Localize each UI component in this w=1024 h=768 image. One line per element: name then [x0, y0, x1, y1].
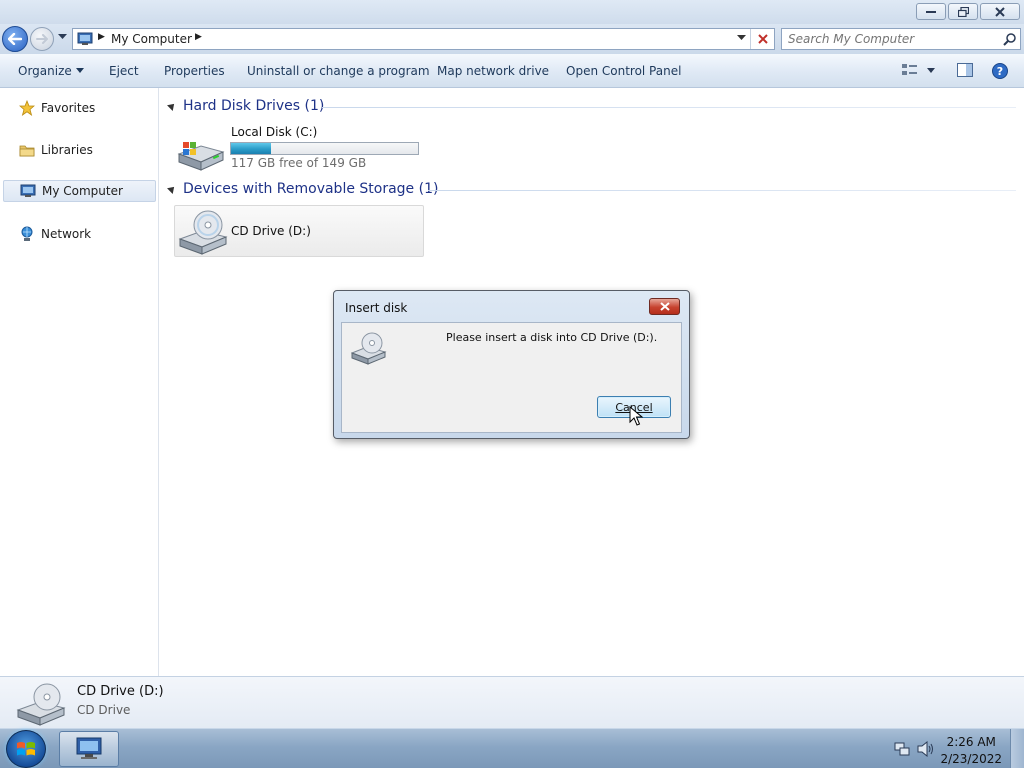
group-divider	[428, 190, 1016, 191]
group-header-removable-storage[interactable]: Devices with Removable Storage (1)	[167, 181, 439, 197]
group-header-hard-disks[interactable]: Hard Disk Drives (1)	[167, 98, 325, 114]
dialog-title: Insert disk	[345, 301, 408, 315]
computer-icon	[20, 184, 36, 197]
map-network-drive-button[interactable]: Map network drive	[437, 64, 549, 78]
clock-time: 2:26 AM	[946, 735, 996, 749]
drive-item-local-disk-c[interactable]: Local Disk (C:) 117 GB free of 149 GB	[174, 122, 426, 172]
close-icon	[757, 34, 768, 44]
open-control-panel-button[interactable]: Open Control Panel	[566, 64, 681, 78]
organize-menu[interactable]: Organize	[18, 64, 84, 78]
sidebar-item-my-computer[interactable]: My Computer	[3, 180, 156, 202]
cd-drive-icon	[178, 210, 228, 255]
taskbar: 2:26 AM 2/23/2022	[0, 728, 1024, 768]
drive-free-space: 117 GB free of 149 GB	[231, 156, 367, 170]
address-history-dropdown-icon[interactable]	[737, 35, 746, 41]
properties-button[interactable]: Properties	[164, 64, 225, 78]
close-icon	[659, 302, 670, 311]
sidebar-item-label: Network	[41, 227, 92, 241]
search-input[interactable]	[788, 31, 998, 47]
computer-icon	[77, 32, 93, 45]
sidebar-item-libraries[interactable]: Libraries	[3, 139, 156, 161]
restore-button[interactable]	[948, 3, 978, 20]
cd-drive-icon	[351, 332, 387, 365]
computer-icon	[76, 737, 102, 759]
dialog-close-button[interactable]	[649, 298, 680, 315]
close-window-button[interactable]	[980, 3, 1020, 20]
mouse-cursor-icon	[629, 406, 643, 426]
breadcrumb-separator-icon[interactable]: ▶	[195, 32, 202, 42]
taskbar-explorer-button[interactable]	[59, 731, 119, 767]
star-icon	[19, 100, 35, 116]
search-box[interactable]	[781, 28, 1021, 50]
view-options-icon	[902, 64, 935, 75]
stop-button[interactable]	[750, 29, 774, 49]
breadcrumb-separator-icon[interactable]: ▶	[98, 32, 105, 42]
back-button[interactable]	[2, 26, 28, 52]
close-icon	[995, 6, 1005, 17]
sidebar-item-label: Favorites	[41, 101, 96, 115]
cd-drive-icon	[16, 683, 66, 726]
help-icon: ?	[992, 63, 1008, 79]
arrow-left-icon	[8, 33, 22, 45]
command-bar: Organize Eject Properties Uninstall or c…	[0, 54, 1024, 88]
collapse-triangle-icon	[167, 184, 177, 194]
minimize-icon	[926, 10, 936, 13]
forward-button[interactable]	[30, 27, 54, 51]
collapse-triangle-icon	[167, 101, 177, 111]
navigation-pane: Favorites Libraries My Computer Network	[0, 88, 159, 676]
drive-item-cd-drive-d[interactable]: CD Drive (D:)	[174, 205, 424, 257]
dialog-message: Please insert a disk into CD Drive (D:).	[446, 331, 658, 344]
breadcrumb-my-computer[interactable]: My Computer	[111, 32, 192, 46]
group-title: Devices with Removable Storage (1)	[183, 181, 439, 197]
drive-name: Local Disk (C:)	[231, 125, 318, 139]
group-title: Hard Disk Drives (1)	[183, 98, 325, 114]
svg-text:?: ?	[997, 65, 1003, 78]
disk-usage-bar	[230, 142, 419, 155]
sidebar-item-network[interactable]: Network	[3, 223, 156, 245]
volume-icon[interactable]	[917, 741, 935, 757]
recent-pages-dropdown-icon[interactable]	[58, 34, 67, 40]
drive-name: CD Drive (D:)	[231, 224, 311, 238]
address-row: ▶ My Computer ▶	[0, 24, 1024, 54]
details-pane: CD Drive (D:) CD Drive	[0, 676, 1024, 728]
help-button[interactable]: ?	[992, 63, 1008, 82]
preview-pane-button[interactable]	[957, 63, 973, 80]
sidebar-item-favorites[interactable]: Favorites	[3, 97, 156, 119]
network-status-icon[interactable]	[894, 741, 910, 757]
preview-pane-icon	[957, 63, 973, 77]
show-desktop-button[interactable]	[1010, 729, 1024, 768]
details-item-name: CD Drive (D:)	[77, 684, 164, 699]
start-button[interactable]	[6, 730, 46, 768]
notification-area: 2:26 AM 2/23/2022	[884, 729, 1024, 768]
clock-date: 2/23/2022	[940, 752, 1002, 766]
organize-label: Organize	[18, 64, 72, 78]
eject-button[interactable]: Eject	[109, 64, 139, 78]
network-icon	[21, 226, 33, 241]
arrow-right-icon	[36, 34, 48, 44]
sidebar-item-label: My Computer	[42, 184, 123, 198]
caption-buttons	[916, 3, 1020, 20]
sidebar-item-label: Libraries	[41, 143, 93, 157]
window-titlebar	[0, 0, 1024, 24]
uninstall-program-button[interactable]: Uninstall or change a program	[247, 64, 430, 78]
address-bar[interactable]: ▶ My Computer ▶	[72, 28, 775, 50]
restore-icon	[957, 6, 969, 17]
details-item-type: CD Drive	[77, 703, 131, 717]
search-icon[interactable]	[1003, 33, 1016, 46]
chevron-down-icon	[75, 68, 84, 73]
clock[interactable]: 2:26 AM 2/23/2022	[940, 734, 1002, 768]
folder-icon	[19, 145, 35, 157]
change-view-button[interactable]	[902, 63, 936, 80]
group-divider	[322, 107, 1016, 108]
disk-usage-fill	[231, 143, 272, 154]
windows-logo-icon	[17, 742, 35, 756]
minimize-button[interactable]	[916, 3, 946, 20]
hard-drive-icon	[177, 142, 225, 171]
